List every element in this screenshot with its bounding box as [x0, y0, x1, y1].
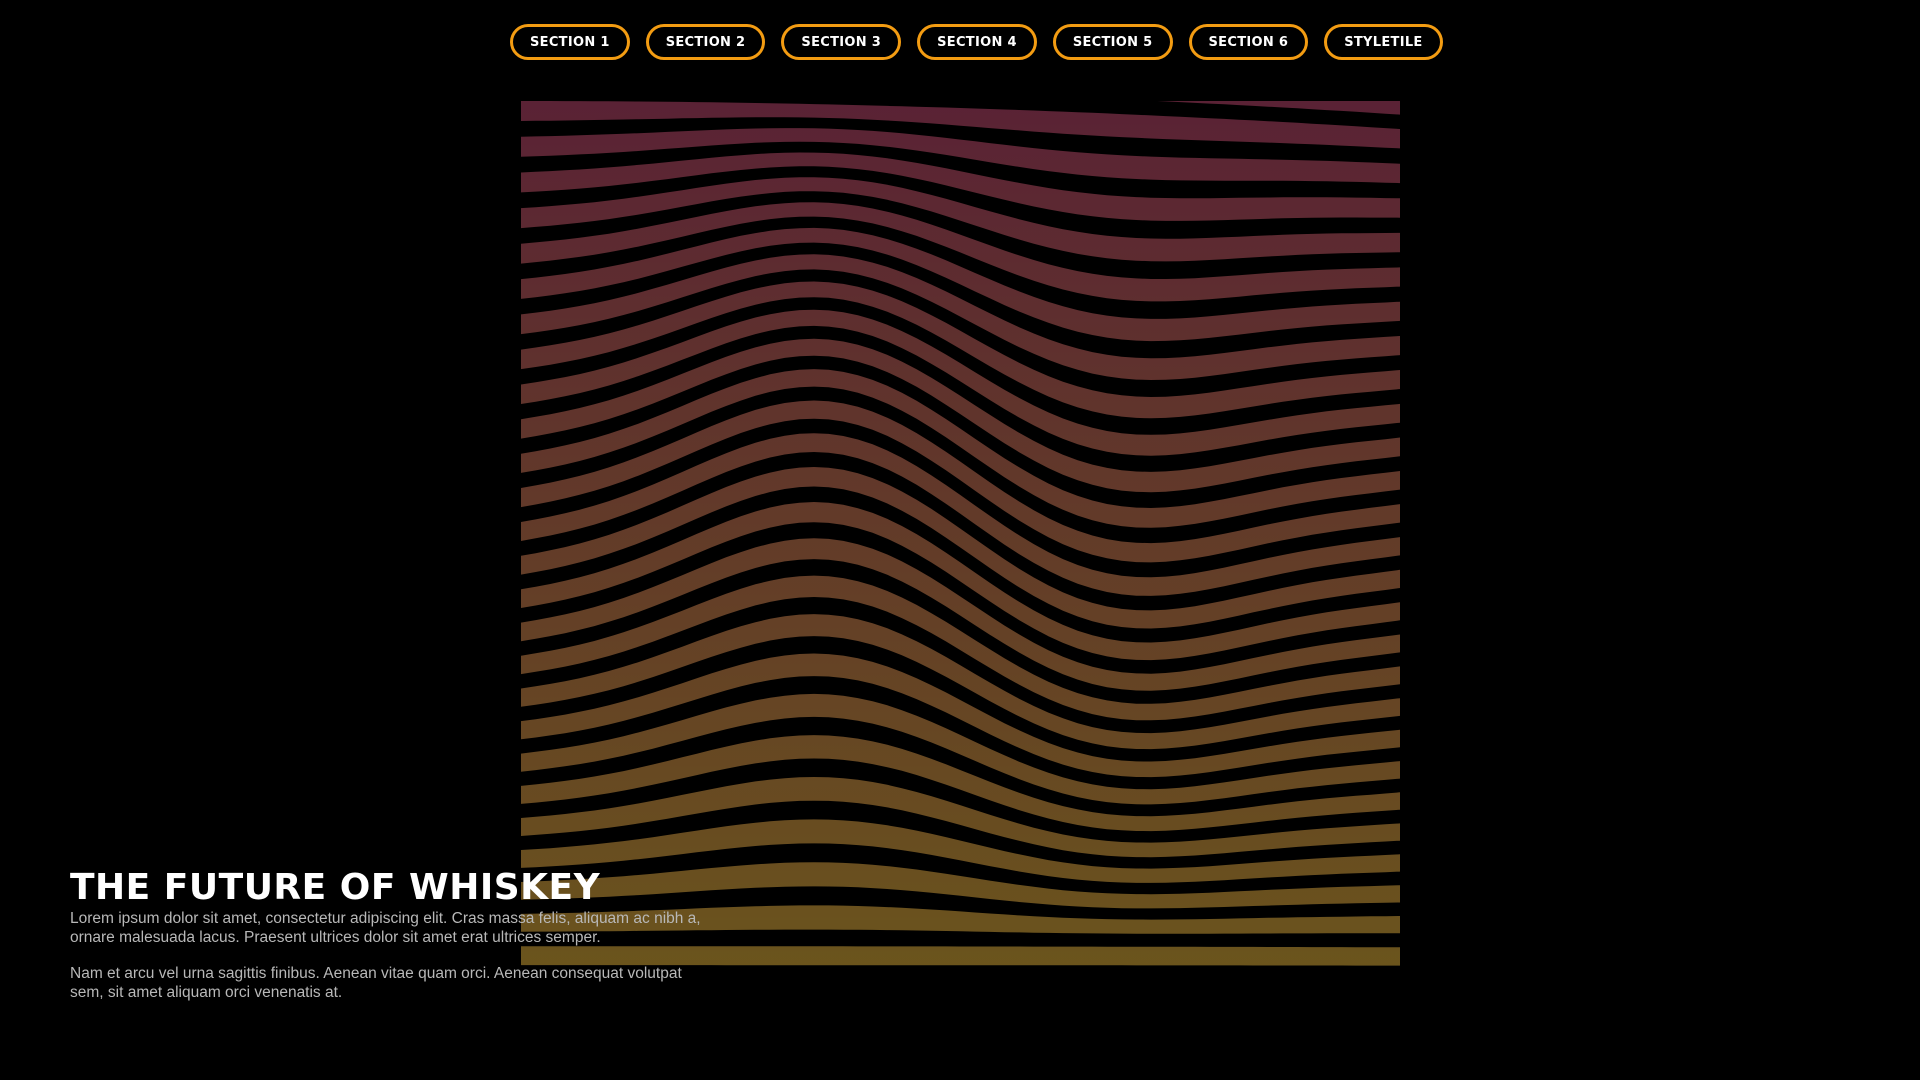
hero-paragraph-2: Nam et arcu vel urna sagittis finibus. A…	[70, 965, 682, 1001]
section-nav: SECTION 1 SECTION 2 SECTION 3 SECTION 4 …	[510, 24, 1443, 60]
nav-section-4-button[interactable]: SECTION 4	[917, 24, 1037, 60]
wave-lines-artwork	[521, 101, 1400, 980]
hero-title: THE FUTURE OF WHISKEY	[70, 867, 601, 908]
hero-paragraph-1: Lorem ipsum dolor sit amet, consectetur …	[70, 910, 701, 946]
nav-section-1-button[interactable]: SECTION 1	[510, 24, 630, 60]
nav-styletile-button[interactable]: STYLETILE	[1324, 24, 1443, 60]
nav-section-2-button[interactable]: SECTION 2	[645, 24, 766, 60]
nav-section-5-button[interactable]: SECTION 5	[1052, 24, 1173, 60]
nav-section-3-button[interactable]: SECTION 3	[781, 24, 902, 60]
hero-section: THE FUTURE OF WHISKEY Lorem ipsum dolor …	[70, 870, 710, 1002]
nav-section-6-button[interactable]: SECTION 6	[1188, 24, 1309, 60]
